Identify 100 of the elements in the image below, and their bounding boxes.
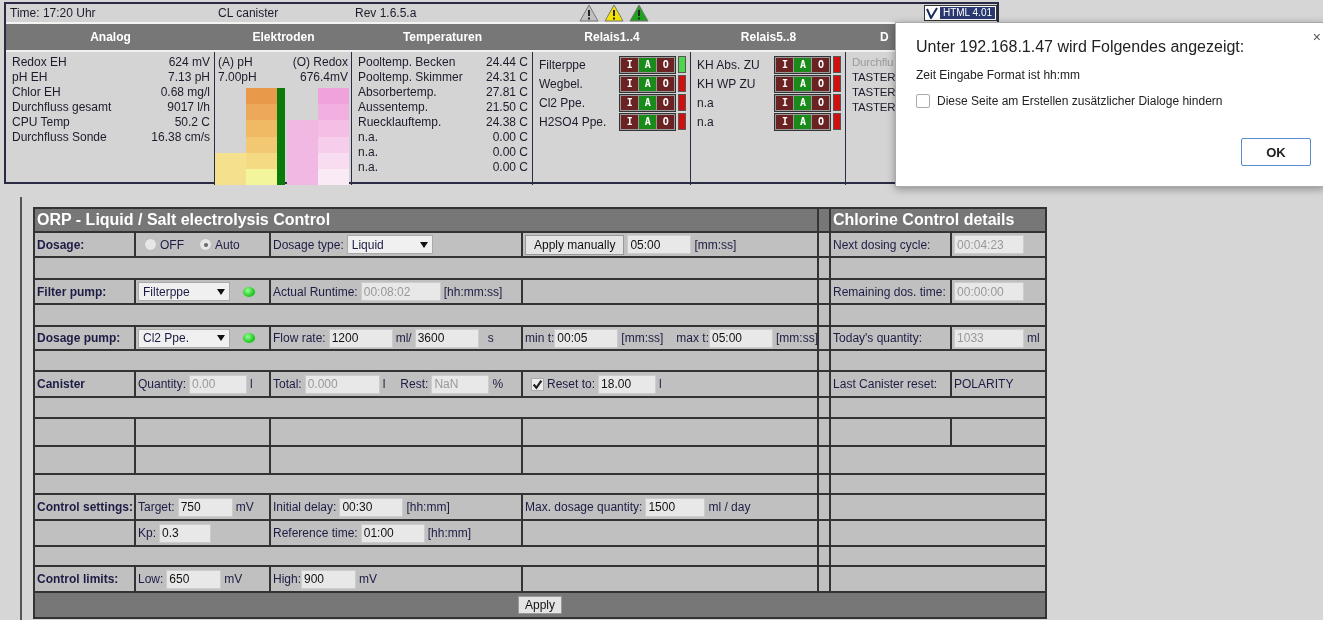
temperature-value: 0.00 C [492, 130, 528, 145]
relay-mode-button[interactable]: A [639, 57, 657, 72]
relay-mode-button[interactable]: A [639, 76, 657, 91]
radio-label: OFF [160, 237, 184, 252]
ok-button[interactable]: OK [1241, 138, 1311, 166]
relay-mode-button[interactable]: I [776, 114, 794, 129]
relay-mode-button[interactable]: O [657, 114, 675, 129]
relay-mode-button[interactable]: O [812, 76, 830, 91]
input-label: Durchflu [852, 55, 894, 70]
row-label: Control settings: [37, 500, 133, 514]
relay-mode-button[interactable]: A [794, 95, 812, 110]
column-header: Elektroden [252, 30, 315, 44]
input-field[interactable]: 05:00 [709, 328, 773, 348]
field-label: Initial delay: [273, 500, 337, 514]
relay-mode-button[interactable]: O [812, 57, 830, 72]
unit-label: s [487, 331, 494, 345]
input-label: TASTER [852, 85, 896, 100]
field-label: Dosage type: [273, 237, 344, 252]
relay-mode-button[interactable]: O [812, 95, 830, 110]
sensor-label: pH EH [12, 70, 48, 85]
sensor-label: Durchfluss Sonde [12, 130, 107, 145]
input-field[interactable]: 650 [166, 569, 222, 589]
sensor-label: Redox EH [12, 55, 67, 70]
input-label: TASTER [852, 100, 896, 115]
caret-icon [217, 335, 225, 341]
input-field[interactable]: 05:00 [627, 235, 692, 254]
sensor-label: Durchfluss gesamt [12, 100, 112, 115]
temperature-label: Absorbertemp. [358, 85, 437, 100]
caret-icon [419, 241, 428, 248]
checkbox[interactable] [531, 377, 544, 391]
field-label: max t: [676, 331, 709, 345]
relay-mode-button[interactable]: I [621, 76, 639, 91]
relay-mode-button[interactable]: A [794, 76, 812, 91]
relay-mode-button[interactable]: O [812, 114, 830, 129]
revision-text: Rev 1.6.5.a [355, 6, 418, 20]
close-button[interactable]: × [1312, 29, 1321, 45]
input-field[interactable]: 0.3 [159, 523, 211, 543]
electrode-label: (O) Redox [292, 55, 348, 70]
input-field[interactable]: 01:00 [360, 523, 425, 543]
sensor-value: 7.13 pH [167, 70, 210, 85]
dropdown[interactable]: Cl2 Ppe. [138, 328, 230, 348]
temperature-label: n.a. [358, 130, 378, 145]
dropdown[interactable]: Liquid [346, 235, 433, 254]
relay-label: KH WP ZU [697, 76, 757, 91]
column-header: Relais1..4 [584, 30, 640, 44]
relay-mode-button[interactable]: A [794, 57, 812, 72]
input-field[interactable]: 900 [301, 569, 356, 589]
caret-icon [217, 288, 225, 295]
apply-button[interactable]: Apply [518, 596, 563, 614]
field-label: Actual Runtime: [273, 284, 358, 299]
relay-mode-button[interactable]: O [657, 95, 675, 110]
input-field[interactable]: 1200 [328, 328, 393, 348]
relay-mode-button[interactable]: I [621, 57, 639, 72]
dropdown[interactable]: Filterppe [138, 282, 230, 301]
dialog-message: Zeit Eingabe Format ist hh:mm [916, 68, 1082, 82]
relay-mode-button[interactable]: O [657, 57, 675, 72]
relay-mode-button[interactable]: I [621, 95, 639, 110]
unit-label: mV [224, 572, 243, 586]
field-label: Max. dosage quantity: [525, 500, 643, 514]
field-label: Target: [138, 500, 175, 514]
relay-mode-button[interactable]: I [776, 57, 794, 72]
field-label: Next dosing cycle: [833, 237, 931, 252]
field-label: Total: [273, 377, 302, 391]
relay-mode-button[interactable]: I [621, 114, 639, 129]
electrode-value: 7.00pH [218, 70, 257, 85]
field-label: min t: [525, 331, 555, 345]
input-field[interactable]: 18.00 [598, 374, 657, 394]
relay-mode-button[interactable]: A [639, 114, 657, 129]
temperature-label: Ruecklauftemp. [358, 115, 442, 130]
field-label: Quantity: [138, 377, 187, 391]
validator-badge[interactable]: HTML 4.01 [923, 5, 997, 21]
column-header: Analog [90, 30, 131, 44]
temperature-label: n.a. [358, 160, 378, 175]
relay-mode-button[interactable]: A [794, 114, 812, 129]
field-value: POLARITY [954, 377, 1014, 391]
checkbox-label: Diese Seite am Erstellen zusätzlicher Dialoge hindern [937, 94, 1223, 108]
input-field[interactable]: 1500 [645, 497, 706, 517]
radio-button[interactable] [144, 238, 157, 251]
relay-mode-button[interactable]: I [776, 76, 794, 91]
input-field[interactable]: 00:30 [339, 497, 404, 517]
input-label: TASTER [852, 70, 896, 85]
relay-mode-button[interactable]: I [776, 95, 794, 110]
row-label: Filter pump: [37, 284, 107, 299]
radio-button[interactable] [199, 238, 212, 251]
input-field[interactable]: 750 [177, 497, 233, 517]
input-field[interactable]: 00:05 [554, 328, 619, 348]
unit-label: l [382, 377, 386, 391]
input-field[interactable]: 3600 [414, 328, 479, 348]
temperature-value: 24.38 C [485, 115, 528, 130]
sensor-label: Chlor EH [12, 85, 61, 100]
sensor-label: CPU Temp [12, 115, 70, 130]
time-text: Time: 17:20 Uhr [10, 6, 97, 20]
checkbox[interactable] [916, 94, 930, 108]
relay-label: n.a [697, 95, 715, 110]
relay-mode-button[interactable]: A [639, 95, 657, 110]
sensor-value: 16.38 cm/s [151, 130, 210, 145]
apply-manually-button[interactable]: Apply manually [525, 234, 625, 255]
relay-mode-button[interactable]: O [657, 76, 675, 91]
unit-label: [mm:ss] [694, 237, 737, 252]
radio-label: Auto [215, 237, 240, 252]
